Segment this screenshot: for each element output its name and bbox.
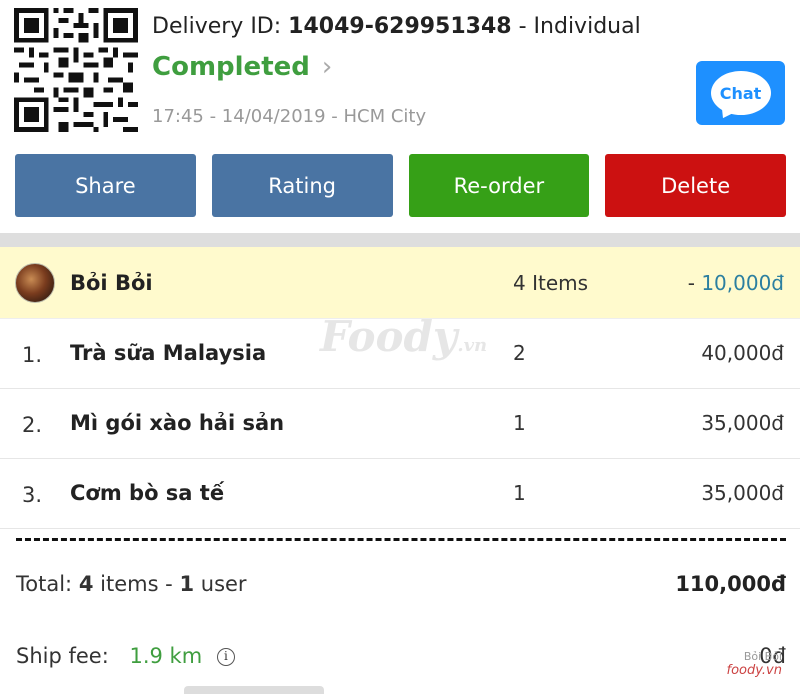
order-status: Completed [152, 52, 310, 82]
item-price: 35,000đ [701, 411, 784, 435]
user-summary-row: Bỏi Bỏi 4 Items - 10,000đ [0, 247, 800, 319]
watermark-brand: Foody [320, 312, 458, 361]
corner-watermark: Bỏi Bỏi foody.vn [727, 650, 783, 678]
status-link[interactable]: Completed › [152, 52, 332, 82]
chat-label: Chat [719, 83, 762, 103]
foody-watermark: Foody.vn [320, 312, 487, 361]
total-label: Total: [16, 572, 73, 596]
rating-button[interactable]: Rating [211, 154, 393, 217]
action-buttons: Share Rating Re-order Delete [15, 154, 786, 217]
item-quantity: 1 [513, 411, 526, 435]
avatar [15, 263, 55, 303]
total-users-count: 1 [179, 572, 195, 596]
user-discount: - 10,000đ [688, 271, 784, 295]
total-row: Total: 4 items - 1 user 110,000đ [16, 572, 786, 596]
item-name: Trà sữa Malaysia [70, 341, 267, 365]
qr-code-icon [14, 8, 138, 132]
ship-fee-row: Ship fee: 1.9 km i 0đ [16, 644, 786, 668]
delivery-id-line: Delivery ID: 14049-629951348 - Individua… [152, 14, 641, 39]
delivery-id: 14049-629951348 [288, 14, 512, 39]
item-number: 1. [22, 343, 43, 367]
chat-bubble-icon: Chat [710, 71, 771, 115]
discount-prefix: - [687, 271, 695, 295]
share-button[interactable]: Share [15, 154, 196, 217]
delivery-type: Individual [533, 14, 641, 39]
corner-watermark-name: Bỏi Bỏi [743, 650, 782, 663]
reorder-button[interactable]: Re-order [408, 154, 590, 217]
total-items-count: 4 [78, 572, 94, 596]
ship-fee-label: Ship fee: [16, 644, 109, 668]
ship-distance: 1.9 km [129, 644, 203, 668]
delete-button[interactable]: Delete [605, 154, 786, 217]
item-name: Cơm bò sa tế [70, 481, 225, 505]
delivery-id-label: Delivery ID: [152, 14, 282, 39]
item-number: 2. [22, 413, 43, 437]
user-items-count: 4 Items [513, 271, 589, 295]
item-price: 40,000đ [701, 341, 784, 365]
section-divider [0, 233, 800, 247]
list-item: 2. Mì gói xào hải sản 1 35,000đ [0, 389, 800, 459]
item-quantity: 1 [513, 481, 526, 505]
discount-amount: 10,000đ [701, 271, 784, 295]
delivery-separator: - [518, 14, 527, 39]
user-name: Bỏi Bỏi [70, 271, 153, 295]
watermark-suffix: .vn [457, 335, 488, 356]
total-amount: 110,000đ [675, 572, 786, 596]
order-time: 17:45 - 14/04/2019 - HCM City [152, 106, 427, 127]
corner-watermark-brand: foody.vn [726, 663, 783, 678]
bottom-handle [184, 686, 324, 694]
total-items-word: items - [100, 572, 173, 596]
list-item: 3. Cơm bò sa tế 1 35,000đ [0, 459, 800, 529]
item-name: Mì gói xào hải sản [70, 411, 285, 435]
chevron-right-icon: › [321, 52, 333, 82]
total-users-word: user [200, 572, 247, 596]
item-number: 3. [22, 483, 43, 507]
dashed-divider [16, 538, 786, 541]
order-header: Delivery ID: 14049-629951348 - Individua… [0, 0, 800, 150]
item-quantity: 2 [513, 341, 526, 365]
chat-button[interactable]: Chat [696, 61, 785, 125]
item-price: 35,000đ [701, 481, 784, 505]
info-icon[interactable]: i [216, 648, 235, 666]
